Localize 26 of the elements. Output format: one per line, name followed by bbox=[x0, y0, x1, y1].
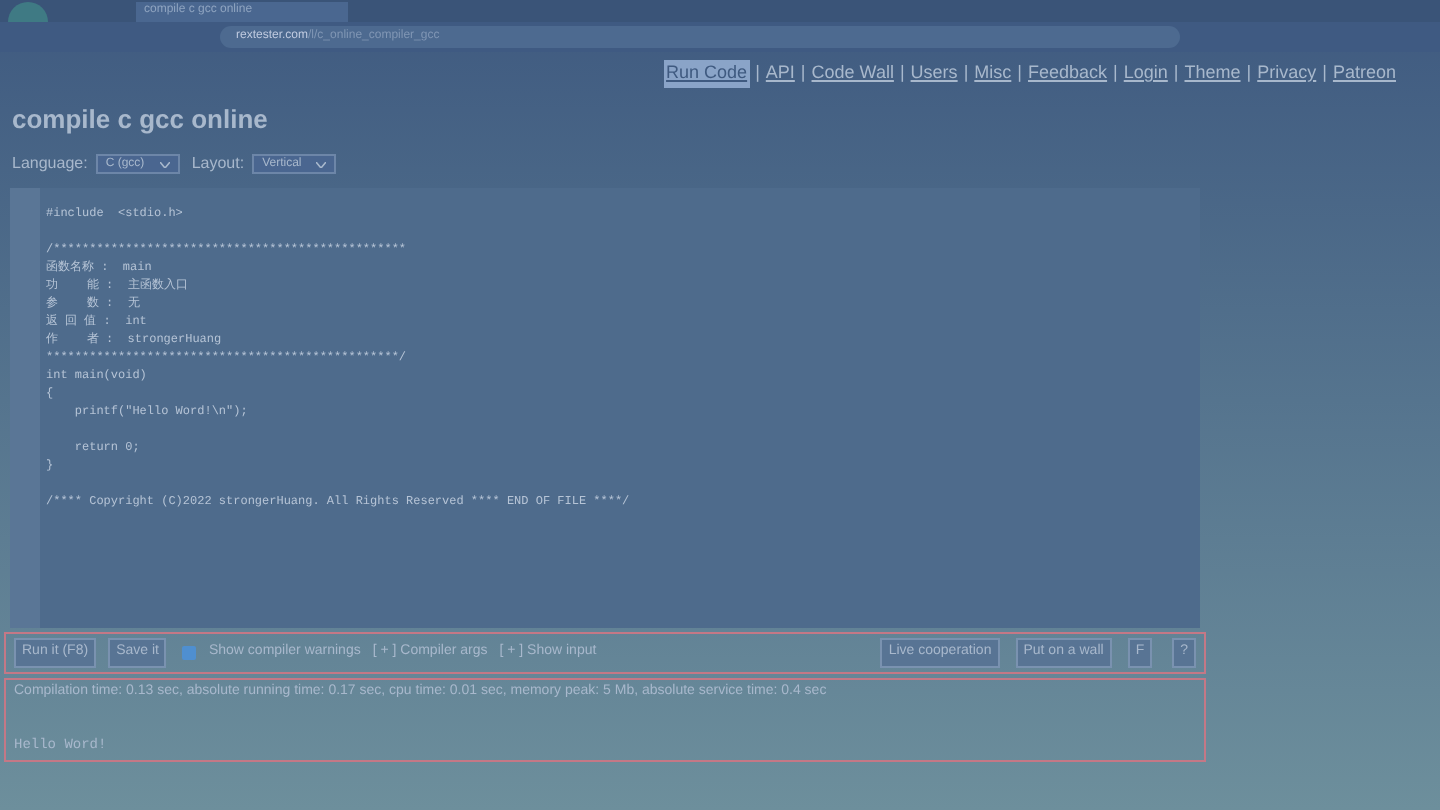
option-label: Layout: bbox=[191, 152, 245, 176]
nav-separator: | bbox=[800, 60, 806, 86]
nav-separator: | bbox=[1322, 60, 1327, 86]
nav-separator: | bbox=[963, 60, 969, 86]
nav-link[interactable]: Login bbox=[1123, 60, 1168, 87]
nav-separator: | bbox=[1017, 60, 1022, 86]
code-editor[interactable] bbox=[10, 188, 1200, 628]
page-title: compile c gcc online bbox=[12, 101, 270, 138]
option-label: Language: bbox=[12, 152, 88, 176]
nav-link[interactable]: Feedback bbox=[1028, 60, 1108, 87]
nav-link[interactable]: Misc bbox=[974, 60, 1012, 87]
nav-link[interactable]: API bbox=[765, 60, 795, 87]
nav-link[interactable]: Theme bbox=[1184, 60, 1241, 87]
nav-separator: | bbox=[1246, 60, 1252, 86]
chevron-icon bbox=[316, 161, 327, 167]
nav-separator: | bbox=[899, 60, 905, 86]
nav-link[interactable]: Code Wall bbox=[811, 60, 894, 87]
nav-separator: | bbox=[755, 60, 760, 86]
nav-link[interactable]: Run Code bbox=[664, 60, 750, 87]
nav-link[interactable]: Privacy bbox=[1257, 60, 1317, 87]
nav-link[interactable]: Users bbox=[910, 60, 958, 87]
chevron-icon bbox=[159, 161, 170, 167]
nav-separator: | bbox=[1113, 60, 1118, 86]
nav-link[interactable]: Patreon bbox=[1332, 60, 1396, 87]
nav-separator: | bbox=[1173, 60, 1179, 86]
warnings-checkbox[interactable] bbox=[182, 646, 197, 660]
